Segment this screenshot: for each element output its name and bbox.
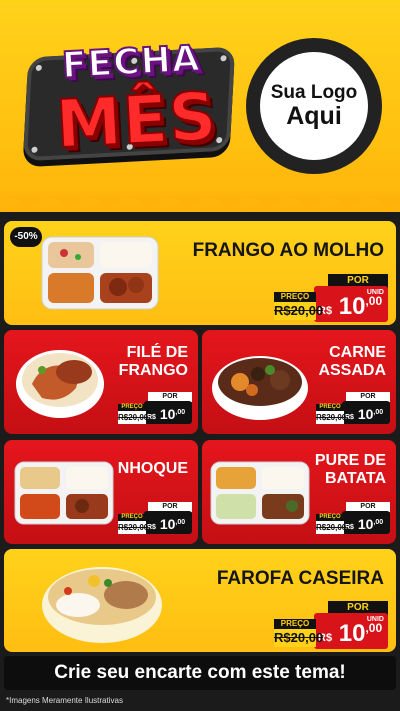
product-card-farofa-caseira[interactable]: FAROFA CASEIRA POR R$ 10,00 UNID PREÇO R… xyxy=(4,549,396,652)
fecha-mes-badge: FECHA MÊS xyxy=(12,37,236,164)
logo-circle: Sua Logo Aqui xyxy=(260,52,368,160)
product-name: PURE DE BATATA xyxy=(314,452,386,487)
price-box: R$ 10,00 UNID xyxy=(314,286,388,322)
current-price: R$ 10,00 xyxy=(147,516,186,532)
product-name: CARNE ASSADA xyxy=(318,344,386,379)
price-box: R$ 10,00 xyxy=(144,511,192,534)
price-box: R$ 10,00 xyxy=(342,401,390,424)
plate-image xyxy=(16,350,104,418)
cta-banner[interactable]: Crie seu encarte com este tema! xyxy=(4,656,396,690)
current-price: R$ 10,00 xyxy=(318,293,383,320)
old-price-box: PREÇO R$20,00 xyxy=(118,404,149,424)
product-name: FILÉ DE FRANGO xyxy=(118,344,188,379)
current-price: R$ 10,00 xyxy=(345,516,384,532)
current-price: R$ 10,00 xyxy=(345,406,384,422)
logo-placeholder[interactable]: Sua Logo Aqui xyxy=(246,38,382,174)
price-tag: POR R$ 10,00 UNID PREÇO R$20,00 xyxy=(274,601,388,649)
preco-label: PREÇO xyxy=(274,292,316,302)
old-price: R$20,00 xyxy=(316,523,347,532)
preco-label: PREÇO xyxy=(316,404,344,411)
preco-label: PREÇO xyxy=(274,619,316,629)
preco-label: PREÇO xyxy=(316,514,344,521)
product-card-carne-assada[interactable]: CARNE ASSADA POR R$ 10,00 PREÇO R$20,00 xyxy=(202,330,396,434)
header: FECHA MÊS Sua Logo Aqui xyxy=(0,0,400,212)
bowl-image xyxy=(42,567,162,643)
header-wave-edge xyxy=(0,196,400,207)
price-box: R$ 10,00 xyxy=(144,401,192,424)
price-tag: POR R$ 10,00 PREÇO R$20,00 xyxy=(118,392,192,424)
price-box: R$ 10,00 UNID xyxy=(314,613,388,649)
old-price: R$20,00 xyxy=(274,630,324,645)
old-price: R$20,00 xyxy=(118,413,149,422)
old-price: R$20,00 xyxy=(118,523,149,532)
price-tag: POR R$ 10,00 PREÇO R$20,00 xyxy=(118,502,192,534)
product-card-nhoque[interactable]: NHOQUE POR R$ 10,00 PREÇO R$20,00 xyxy=(4,440,198,544)
product-name: FRANGO AO MOLHO xyxy=(192,240,384,261)
current-price: R$ 10,00 xyxy=(147,406,186,422)
old-price-box: PREÇO R$20,00 xyxy=(316,404,347,424)
price-tag: POR R$ 10,00 PREÇO R$20,00 xyxy=(316,502,390,534)
old-price-box: PREÇO R$20,00 xyxy=(274,619,324,647)
price-tag: POR R$ 10,00 UNID PREÇO R$20,00 xyxy=(274,274,388,322)
preco-label: PREÇO xyxy=(118,404,146,411)
badge-title-line2: MÊS xyxy=(53,77,220,164)
preco-label: PREÇO xyxy=(118,514,146,521)
logo-text-line2: Aqui xyxy=(286,101,342,130)
old-price: R$20,00 xyxy=(274,303,324,318)
price-box: R$ 10,00 xyxy=(342,511,390,534)
product-card-frango-ao-molho[interactable]: -50% FRANGO AO MOLHO POR R$ 10,00 UNID P… xyxy=(4,221,396,325)
disclaimer-note: *Imagens Meramente Ilustrativas xyxy=(6,696,123,705)
meal-tray-image xyxy=(14,461,114,525)
price-tag: POR R$ 10,00 PREÇO R$20,00 xyxy=(316,392,390,424)
old-price: R$20,00 xyxy=(316,413,347,422)
unit-label: UNID xyxy=(366,289,384,296)
old-price-box: PREÇO R$20,00 xyxy=(274,292,324,320)
current-price: R$ 10,00 xyxy=(318,620,383,647)
logo-text-line1: Sua Logo xyxy=(270,81,358,103)
meal-tray-image xyxy=(41,236,159,310)
product-name: NHOQUE xyxy=(117,460,188,477)
bowl-image xyxy=(212,356,308,420)
product-name: FAROFA CASEIRA xyxy=(216,568,384,589)
product-card-pure-de-batata[interactable]: PURE DE BATATA POR R$ 10,00 PREÇO R$20,00 xyxy=(202,440,396,544)
meal-tray-image xyxy=(210,461,310,525)
unit-label: UNID xyxy=(366,616,384,623)
product-card-file-de-frango[interactable]: FILÉ DE FRANGO POR R$ 10,00 PREÇO R$20,00 xyxy=(4,330,198,434)
old-price-box: PREÇO R$20,00 xyxy=(316,514,347,534)
old-price-box: PREÇO R$20,00 xyxy=(118,514,149,534)
